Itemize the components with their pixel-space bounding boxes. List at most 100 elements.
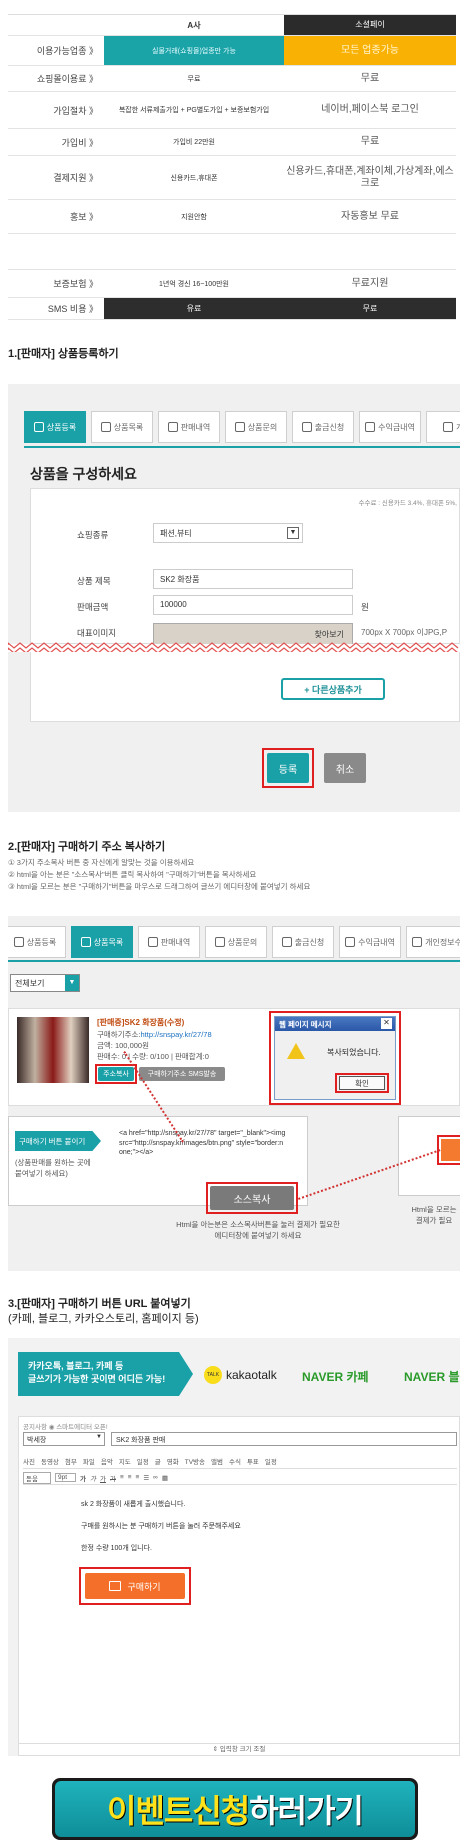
toolbar-item[interactable]: 일정 (137, 1456, 149, 1466)
align-center-icon[interactable]: ≡ (128, 1474, 132, 1481)
resize-hint[interactable]: ⇕ 입력창 크기 조절 (19, 1743, 459, 1755)
row-label: 가입절차 》 (8, 92, 104, 128)
event-apply-button[interactable]: 이벤트신청 하러가기 (52, 1778, 418, 1840)
tab-item[interactable]: 상품등록 (24, 411, 86, 443)
toolbar-item[interactable]: 수식 (229, 1456, 241, 1466)
sms-send-button[interactable]: 구매하기주소 SMS발송 (139, 1067, 225, 1081)
product-list-item: [판매중]SK2 화장품(수정) 구매하기주소:http://snspay.kr… (8, 1008, 460, 1106)
toolbar-item[interactable]: 파일 (83, 1456, 95, 1466)
image-label: 대표이미지 (77, 628, 117, 638)
align-left-icon[interactable]: ≡ (120, 1474, 124, 1481)
socialpay-cell: 무료지원 (351, 277, 389, 289)
cancel-button[interactable]: 취소 (324, 753, 366, 783)
toolbar-item[interactable]: 첨부 (65, 1456, 77, 1466)
company-a-cell: 실물거래(쇼핑몰)업종만 가능 (104, 36, 284, 65)
buy-button[interactable]: 구매하기 (85, 1573, 185, 1599)
product-thumbnail (17, 1017, 89, 1083)
toolbar-item[interactable]: TV방송 (185, 1456, 205, 1466)
table-icon[interactable]: ▦ (162, 1474, 168, 1482)
tab-label: 개인정보수 (425, 937, 460, 947)
toolbar-item[interactable]: 사진 (23, 1456, 35, 1466)
section2-note-1: ① 3가지 주소복사 버튼 중 자신에게 알맞는 것을 이용하세요 (8, 858, 195, 867)
toolbar-item[interactable]: 투표 (247, 1456, 259, 1466)
right-box (398, 1116, 460, 1196)
buy-button-desc: (상품판매를 원하는 곳에 붙여넣기 하세요) (15, 1158, 91, 1178)
tab-item[interactable]: 수익금내역 (339, 926, 401, 958)
category-select[interactable]: 패션,뷰티 ▼ (153, 523, 303, 543)
strike-icon[interactable]: 가 (110, 1473, 116, 1483)
company-a-cell: 신용카드,휴대폰 (170, 174, 218, 182)
toolbar-item[interactable]: 음악 (101, 1456, 113, 1466)
warning-icon (287, 1043, 305, 1059)
tab-item[interactable]: 상품문의 (205, 926, 267, 958)
company-a-cell: 복잡한 서류제출가입 + PG별도가입 + 보증보험가입 (118, 107, 270, 114)
body-line-3: 한정 수량 100개 입니다. (81, 1545, 152, 1552)
copy-address-button[interactable]: 주소복사 (98, 1067, 134, 1081)
price-input[interactable]: 100000 (153, 595, 353, 615)
underline-icon[interactable]: 가 (100, 1473, 106, 1483)
tab-item[interactable]: 상품목록 (71, 926, 133, 958)
row-label: 홍보 》 (8, 200, 104, 233)
dialog-ok-button[interactable]: 확인 (339, 1076, 385, 1090)
toolbar-item[interactable]: 일정 (265, 1456, 277, 1466)
add-product-button[interactable]: + 다른상품추가 (281, 678, 385, 700)
comparison-table: A사 소셜페이 이용가능업종 》 실물거래(쇼핑몰)업종만 가능 모든 업종가능 쇼핑… (8, 14, 456, 320)
toolbar-item[interactable]: 영화 (167, 1456, 179, 1466)
link-icon[interactable]: ∞ (153, 1474, 158, 1481)
product-name[interactable]: [판매중]SK2 화장품(수정) (97, 1017, 184, 1028)
tab-label: 상품문의 (227, 937, 258, 947)
section3-screenshot: 카카오톡, 블로그, 카페 등 글쓰기가 가능한 곳이면 어디든 가능! TAL… (8, 1338, 460, 1756)
tab-item[interactable]: 상품목록 (91, 411, 153, 443)
tab-icon (443, 422, 454, 432)
chevron-down-icon: ▼ (287, 527, 299, 539)
row-label: 결제지원 》 (8, 156, 104, 199)
board-select[interactable]: 박세장 ▼ (23, 1432, 105, 1446)
tab-item[interactable]: 개인 (426, 411, 460, 443)
tab-label: 판매내역 (180, 422, 211, 432)
editor-toolbar-insert: 사진 동영상 첨부 파일 음악 지도 일정 글 영화 TV방송 앨범 수식 투표 일정 (23, 1453, 457, 1469)
bold-icon[interactable]: 가 (80, 1473, 86, 1483)
browse-button[interactable]: 찾아보기 (315, 629, 344, 640)
table-row: 이용가능업종 》 실물거래(쇼핑몰)업종만 가능 모든 업종가능 (8, 36, 456, 66)
notice-line: 공지사항 ◉ 스마트에디터 오픈! (23, 1424, 108, 1431)
tab-item[interactable]: 상품등록 (8, 926, 66, 958)
company-a-cell: 지원안함 (181, 213, 207, 221)
company-a-cell: 가입비 22만원 (173, 139, 215, 146)
section2-screenshot: 상품등록 상품목록 판매내역 상품문의 출금신청 수익금내역 개인정보수 전체보기 ▼ [판… (8, 916, 460, 1271)
toolbar-item[interactable]: 앨범 (211, 1456, 223, 1466)
font-select[interactable]: 돋움 (23, 1471, 51, 1484)
alert-dialog: 웹 페이지 메시지 ✕ 복사되었습니다. 확인 (274, 1016, 396, 1100)
tab-item[interactable]: 판매내역 (138, 926, 200, 958)
tab-item[interactable]: 상품문의 (225, 411, 287, 443)
table-row: 홍보 》 지원안함 자동홍보 무료 (8, 200, 456, 234)
source-code-text[interactable]: <a href="http://snspay.kr/27/78" target=… (119, 1129, 287, 1185)
align-right-icon[interactable]: ≡ (136, 1474, 140, 1481)
tab-icon (100, 422, 111, 432)
tab-icon (281, 937, 292, 947)
tab-label: 개인 (456, 422, 460, 432)
tab-item[interactable]: 개인정보수 (406, 926, 460, 958)
event-text-rest: 하러가기 (249, 1793, 364, 1829)
submit-button[interactable]: 등록 (267, 753, 309, 783)
size-select[interactable]: 9pt (54, 1473, 77, 1482)
tab-item[interactable]: 출금신청 (292, 411, 354, 443)
close-icon[interactable]: ✕ (381, 1018, 392, 1029)
tab-item[interactable]: 수익금내역 (359, 411, 421, 443)
toolbar-item[interactable]: 동영상 (41, 1456, 59, 1466)
orange-buy-button[interactable] (441, 1139, 460, 1161)
title-input[interactable]: SK2 화장품 (153, 569, 353, 589)
section1-screenshot: 상품등록 상품목록 판매내역 상품문의 출금신청 수익금내역 개인 상품을 구성하세요 수수… (8, 384, 460, 644)
dialog-titlebar: 웹 페이지 메시지 ✕ (275, 1017, 395, 1031)
tab-item[interactable]: 출금신청 (272, 926, 334, 958)
italic-icon[interactable]: 가 (90, 1473, 96, 1483)
source-copy-button[interactable]: 소스복사 (210, 1186, 294, 1210)
list-icon[interactable]: ☰ (143, 1474, 149, 1482)
post-title-input[interactable]: SK2 화장품 판매 (111, 1432, 457, 1446)
toolbar-item[interactable]: 글 (155, 1456, 161, 1466)
product-url[interactable]: http://snspay.kr/27/78 (140, 1030, 211, 1039)
product-stock: 판매수: 0 | 수량: 0/100 | 판매합계:0 (97, 1052, 209, 1061)
toolbar-item[interactable]: 지도 (119, 1456, 131, 1466)
tab-item[interactable]: 판매내역 (158, 411, 220, 443)
filter-select[interactable]: 전체보기 ▼ (10, 974, 80, 992)
header-socialpay: 소셜페이 (284, 15, 456, 35)
